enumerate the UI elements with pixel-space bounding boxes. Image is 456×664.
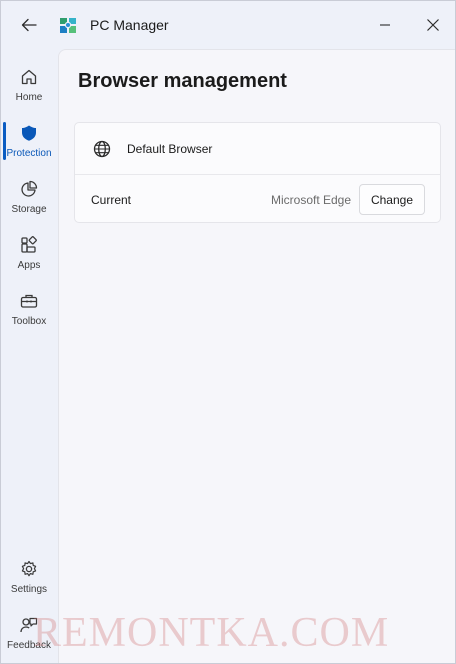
toolbox-icon [20,294,38,308]
nav-item-storage[interactable]: Storage [1,175,57,227]
page-title: Browser management [78,70,287,92]
nav-item-toolbox[interactable]: Toolbox [1,287,57,339]
nav-item-settings[interactable]: Settings [1,555,57,607]
default-browser-card: Default Browser Current Microsoft Edge C… [74,122,441,223]
pie-chart-icon [21,180,38,197]
feedback-icon [20,617,38,633]
minimize-icon [380,24,390,26]
nav-item-feedback[interactable]: Feedback [1,611,57,663]
minimize-button[interactable] [369,11,401,39]
gear-icon [21,560,37,577]
apps-icon [21,236,37,253]
pc-manager-logo [60,18,76,33]
sidebar-nav: Home Protection Storage Apps Toolbox Set… [1,49,57,663]
nav-label-settings: Settings [10,584,48,595]
shield-icon [22,125,36,141]
change-browser-button[interactable]: Change [359,184,425,215]
globe-icon [93,140,111,158]
current-browser-label: Current [91,193,132,207]
app-window: PC Manager Home Protection Storage Apps … [0,0,456,664]
current-browser-value: Microsoft Edge [271,193,352,207]
back-button[interactable] [13,11,45,39]
close-icon [427,19,439,31]
nav-label-home: Home [15,92,43,103]
nav-label-feedback: Feedback [7,640,51,651]
nav-label-protection: Protection [6,148,52,159]
app-title: PC Manager [90,17,169,33]
title-bar: PC Manager [1,1,455,49]
default-browser-title: Default Browser [127,142,213,156]
nav-label-toolbox: Toolbox [11,316,47,327]
close-button[interactable] [417,11,449,39]
nav-item-protection[interactable]: Protection [1,119,57,171]
home-icon [21,69,37,85]
nav-item-home[interactable]: Home [1,63,57,115]
back-arrow-icon [21,18,37,32]
main-content: Browser management Default Browser Curre… [58,49,455,663]
default-browser-header: Default Browser [75,123,440,175]
nav-label-apps: Apps [17,260,41,271]
nav-item-apps[interactable]: Apps [1,231,57,283]
nav-label-storage: Storage [11,204,47,215]
